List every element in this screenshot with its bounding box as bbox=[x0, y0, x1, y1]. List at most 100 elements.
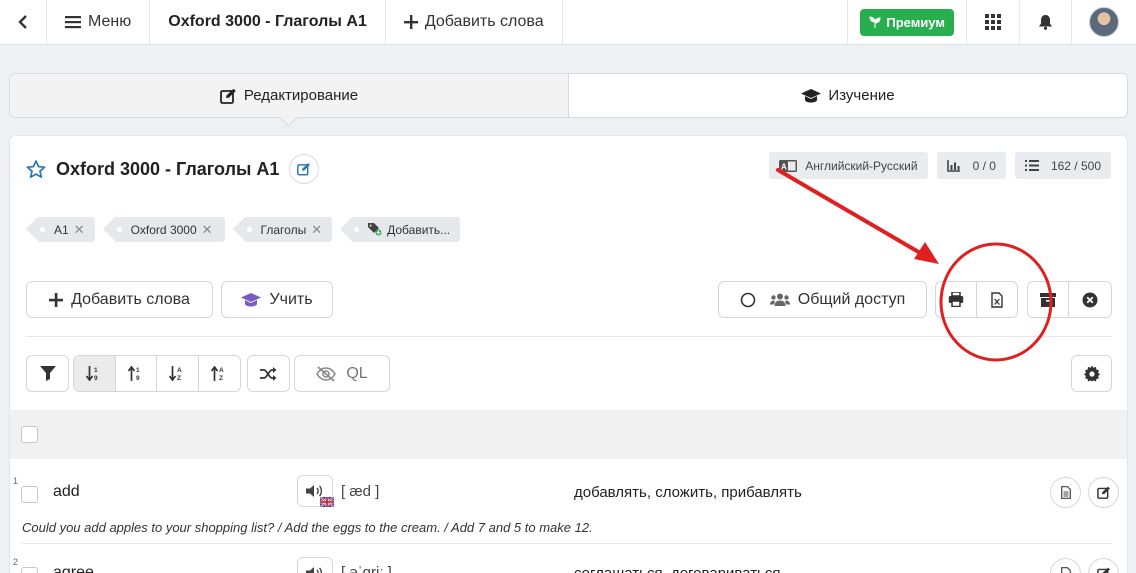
tag-list: A1 ✕ Oxford 3000 ✕ Глаголы ✕ Добавить... bbox=[26, 217, 461, 242]
add-words-button[interactable]: Добавить слова bbox=[26, 281, 213, 318]
avatar bbox=[1089, 7, 1119, 37]
shuffle-icon bbox=[260, 366, 277, 381]
example-sentence: Could you add apples to your shopping li… bbox=[22, 520, 593, 535]
sort-alpha-up-icon: AZ bbox=[211, 366, 224, 381]
premium-button[interactable]: Премиум bbox=[860, 8, 954, 36]
pronounce-button[interactable] bbox=[297, 557, 333, 573]
row-note-button[interactable] bbox=[1050, 477, 1081, 508]
set-info-chips: A Английский-Русский 0 / 0 162 / 500 bbox=[769, 152, 1111, 179]
delete-button[interactable] bbox=[1069, 282, 1111, 317]
volume-icon bbox=[306, 485, 323, 497]
gear-icon bbox=[1083, 365, 1100, 381]
plus-icon bbox=[49, 292, 64, 307]
quick-look-toggle[interactable]: QL bbox=[294, 355, 390, 392]
section-divider bbox=[26, 336, 1112, 337]
remove-tag-icon[interactable]: ✕ bbox=[74, 222, 85, 238]
edit-square-icon bbox=[1096, 486, 1110, 499]
row-edit-button[interactable] bbox=[1088, 558, 1119, 573]
export-excel-button[interactable] bbox=[977, 282, 1018, 317]
list-icon bbox=[1024, 160, 1039, 171]
nav-add-words-button[interactable]: Добавить слова bbox=[386, 0, 563, 45]
transcription: [ æd ] bbox=[341, 483, 380, 500]
menu-label: Меню bbox=[88, 13, 132, 30]
profile-button[interactable] bbox=[1071, 0, 1136, 45]
svg-text:9: 9 bbox=[94, 375, 98, 381]
svg-text:1: 1 bbox=[136, 367, 140, 374]
plus-icon bbox=[403, 15, 418, 29]
word-text: agree bbox=[53, 564, 94, 573]
archive-icon bbox=[1040, 292, 1057, 307]
notifications-button[interactable] bbox=[1019, 0, 1071, 45]
edit-title-button[interactable] bbox=[289, 154, 320, 184]
graduation-cap-icon bbox=[801, 88, 822, 102]
menu-button[interactable]: Меню bbox=[47, 0, 151, 45]
printer-icon bbox=[948, 292, 963, 307]
tag-verbs[interactable]: Глаголы ✕ bbox=[232, 217, 333, 242]
learn-button[interactable]: Учить bbox=[221, 281, 333, 318]
edit-square-icon bbox=[1096, 567, 1110, 573]
select-all-checkbox[interactable] bbox=[21, 426, 38, 443]
row-checkbox[interactable] bbox=[21, 567, 38, 573]
sort-alpha-down-icon: AZ bbox=[169, 366, 182, 381]
sort-asc-alpha-button[interactable]: AZ bbox=[157, 356, 199, 391]
sort-numeric-up-icon: 19 bbox=[127, 366, 140, 381]
row-number: 1 bbox=[13, 476, 19, 486]
remove-tag-icon[interactable]: ✕ bbox=[311, 222, 322, 238]
filter-button[interactable] bbox=[27, 356, 68, 391]
svg-text:A: A bbox=[219, 367, 224, 374]
set-title-row: Oxford 3000 - Глаголы A1 bbox=[26, 154, 320, 184]
mode-tabs: Редактирование Изучение bbox=[9, 73, 1128, 118]
transcription: [ əˈɡriː ] bbox=[341, 564, 392, 573]
tag-oxford-3000[interactable]: Oxford 3000 ✕ bbox=[102, 217, 225, 242]
word-text: add bbox=[53, 483, 80, 500]
print-button[interactable] bbox=[936, 282, 977, 317]
edit-square-icon bbox=[297, 163, 311, 176]
tag-add-icon bbox=[368, 223, 382, 236]
svg-text:Z: Z bbox=[219, 375, 223, 381]
sort-desc-alpha-button[interactable]: AZ bbox=[199, 356, 240, 391]
svg-text:1: 1 bbox=[94, 367, 98, 374]
archive-button[interactable] bbox=[1028, 282, 1070, 317]
star-outline-icon[interactable] bbox=[26, 159, 46, 179]
archive-delete-group bbox=[1027, 281, 1112, 318]
graduation-cap-icon bbox=[241, 292, 262, 306]
language-icon: A bbox=[779, 159, 798, 172]
translation: добавлять, сложить, прибавлять bbox=[574, 484, 802, 501]
edit-square-icon bbox=[219, 88, 236, 104]
tab-editing[interactable]: Редактирование bbox=[10, 74, 569, 117]
tab-learning[interactable]: Изучение bbox=[569, 74, 1127, 117]
tag-a1[interactable]: A1 ✕ bbox=[26, 217, 95, 242]
sort-desc-number-button[interactable]: 19 bbox=[116, 356, 157, 391]
grid-icon bbox=[985, 14, 1001, 30]
hamburger-icon bbox=[65, 16, 81, 29]
language-pair-chip[interactable]: A Английский-Русский bbox=[769, 152, 928, 179]
word-set-card: Oxford 3000 - Глаголы A1 A Английский-Ру… bbox=[9, 135, 1128, 573]
share-toggle-button[interactable]: Общий доступ bbox=[718, 281, 927, 318]
filter-button-wrap bbox=[26, 355, 69, 392]
sort-asc-number-button[interactable]: 19 bbox=[74, 356, 116, 391]
chevron-left-icon bbox=[18, 15, 27, 29]
row-number: 2 bbox=[13, 557, 19, 567]
settings-button[interactable] bbox=[1071, 355, 1112, 392]
row-edit-button[interactable] bbox=[1088, 477, 1119, 508]
svg-text:9: 9 bbox=[136, 375, 140, 381]
radio-empty-icon bbox=[740, 292, 756, 307]
row-note-button[interactable] bbox=[1050, 558, 1081, 573]
bar-chart-icon bbox=[946, 159, 960, 172]
apps-grid-button[interactable] bbox=[966, 0, 1019, 45]
svg-text:Z: Z bbox=[177, 375, 181, 381]
premium-cell: Премиум bbox=[847, 0, 966, 45]
row-checkbox[interactable] bbox=[21, 486, 38, 503]
volume-icon bbox=[306, 567, 323, 573]
shuffle-button-wrap bbox=[247, 355, 290, 392]
file-text-icon bbox=[1060, 567, 1071, 573]
word-count-chip[interactable]: 162 / 500 bbox=[1014, 152, 1111, 179]
back-button[interactable] bbox=[0, 0, 47, 45]
add-tag-button[interactable]: Добавить... bbox=[340, 217, 461, 242]
users-icon bbox=[769, 293, 790, 306]
nav-set-title[interactable]: Oxford 3000 - Глаголы A1 bbox=[150, 0, 386, 45]
uk-flag-icon bbox=[320, 497, 334, 507]
remove-tag-icon[interactable]: ✕ bbox=[202, 222, 213, 238]
shuffle-button[interactable] bbox=[248, 356, 289, 391]
progress-chip[interactable]: 0 / 0 bbox=[936, 152, 1006, 179]
